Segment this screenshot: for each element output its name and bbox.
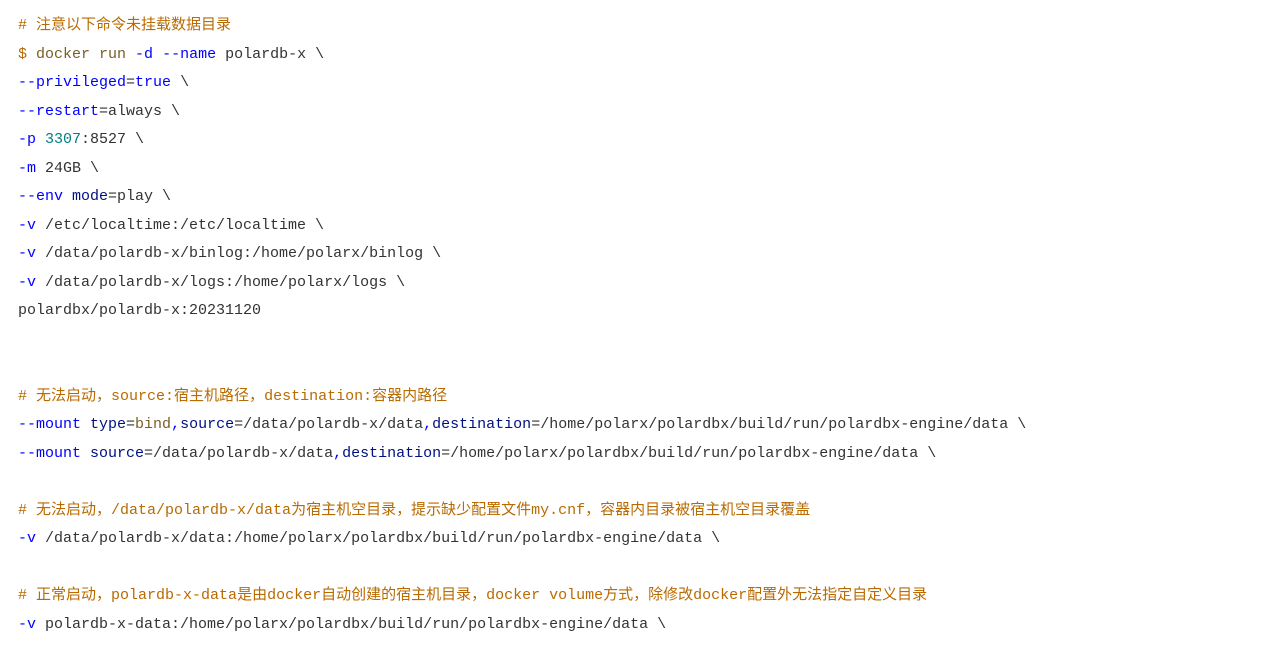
comment-destination: destination: <box>264 388 372 405</box>
path-volume: polardb-x-data:/home/polarx/polardbx/bui… <box>36 616 666 633</box>
flag-m: -m <box>18 160 36 177</box>
port-3307: 3307 <box>36 131 81 148</box>
hash: # <box>18 587 27 604</box>
flag-v: -v <box>18 616 36 633</box>
comma: , <box>171 416 180 433</box>
comment-dockervol: docker volume <box>486 587 603 604</box>
path-localtime: /etc/localtime:/etc/localtime \ <box>36 217 324 234</box>
comment-text: 自动创建的宿主机目录， <box>321 587 486 604</box>
cmd-line: --mount source=/data/polardb-x/data,dest… <box>18 445 936 462</box>
path-destination: /home/polarx/polardbx/build/run/polardbx… <box>540 416 1026 433</box>
key-type: type <box>81 416 126 433</box>
flag-privileged: --privileged <box>18 74 126 91</box>
key-source: source <box>180 416 234 433</box>
port-rest: :8527 \ <box>81 131 144 148</box>
comment-text: 无法启动， <box>27 502 111 519</box>
path-destination: /home/polarx/polardbx/build/run/polardbx… <box>450 445 936 462</box>
comment-mycnf: my.cnf <box>531 502 585 519</box>
comment-line: # 无法启动，source:宿主机路径，destination:容器内路径 <box>18 388 447 405</box>
equals: = <box>441 445 450 462</box>
hash: # <box>18 502 27 519</box>
code-block: # 注意以下命令未挂载数据目录 $ docker run -d --name p… <box>0 0 1279 651</box>
cmd-line: -v /data/polardb-x/data:/home/polarx/pol… <box>18 530 720 547</box>
cmd-line: -v /etc/localtime:/etc/localtime \ <box>18 217 324 234</box>
comment-text: 是由 <box>237 587 267 604</box>
flag-env: --env <box>18 188 63 205</box>
val-bind: bind <box>135 416 171 433</box>
flag-v: -v <box>18 530 36 547</box>
cmd-line: -v /data/polardb-x/binlog:/home/polarx/b… <box>18 245 441 262</box>
comment-text: 容器内路径 <box>372 388 447 405</box>
flag-v: -v <box>18 274 36 291</box>
cmd-line: -m 24GB \ <box>18 160 99 177</box>
comma: , <box>423 416 432 433</box>
key-destination: destination <box>432 416 531 433</box>
comment-volname: polardb-x-data <box>111 587 237 604</box>
comment-text: 宿主机路径， <box>174 388 264 405</box>
comment-line: # 注意以下命令未挂载数据目录 <box>18 17 231 34</box>
cmd-line: --restart=always \ <box>18 103 180 120</box>
flag-d: -d <box>126 46 153 63</box>
flag-mount: --mount <box>18 445 81 462</box>
image-line: polardbx/polardb-x:20231120 <box>18 302 261 319</box>
equals: = <box>144 445 153 462</box>
cmd-line: -v /data/polardb-x/logs:/home/polarx/log… <box>18 274 405 291</box>
path-data: /data/polardb-x/data:/home/polarx/polard… <box>36 530 720 547</box>
hash: # <box>18 388 27 405</box>
comment-text: 方式，除修改 <box>603 587 693 604</box>
cmd-line: --mount type=bind,source=/data/polardb-x… <box>18 416 1026 433</box>
comment-line: # 正常启动，polardb-x-data是由docker自动创建的宿主机目录，… <box>18 587 927 604</box>
run-subcmd: run <box>90 46 126 63</box>
path-binlog: /data/polardb-x/binlog:/home/polarx/binl… <box>36 245 441 262</box>
path-source: /data/polardb-x/data <box>153 445 333 462</box>
cmd-line: $ docker run -d --name polardb-x \ <box>18 46 324 63</box>
flag-name: --name <box>153 46 216 63</box>
flag-p: -p <box>18 131 36 148</box>
equals: = <box>126 74 135 91</box>
cmd-line: -p 3307:8527 \ <box>18 131 144 148</box>
equals: = <box>531 416 540 433</box>
equals: = <box>126 416 135 433</box>
val-24gb: 24GB \ <box>36 160 99 177</box>
comment-path: /data/polardb-x/data <box>111 502 291 519</box>
comment-text: 无法启动， <box>27 388 111 405</box>
env-mode: mode <box>63 188 108 205</box>
comment-text: 注意以下命令未挂载数据目录 <box>27 17 231 34</box>
arg-text: polardb-x \ <box>216 46 324 63</box>
val-play: play \ <box>117 188 171 205</box>
hash: # <box>18 17 27 34</box>
comment-docker: docker <box>267 587 321 604</box>
comment-line: # 无法启动，/data/polardb-x/data为宿主机空目录，提示缺少配… <box>18 502 810 519</box>
comment-text: ，容器内目录被宿主机空目录覆盖 <box>585 502 810 519</box>
prompt-dollar: $ <box>18 46 27 63</box>
val-always: always \ <box>108 103 180 120</box>
path-logs: /data/polardb-x/logs:/home/polarx/logs \ <box>36 274 405 291</box>
comment-source: source: <box>111 388 174 405</box>
equals: = <box>108 188 117 205</box>
comment-text: 为宿主机空目录，提示缺少配置文件 <box>291 502 531 519</box>
cmd-line: -v polardb-x-data:/home/polarx/polardbx/… <box>18 616 666 633</box>
equals: = <box>99 103 108 120</box>
flag-mount: --mount <box>18 416 81 433</box>
path-source: /data/polardb-x/data <box>243 416 423 433</box>
cmd-line: --env mode=play \ <box>18 188 171 205</box>
flag-v: -v <box>18 245 36 262</box>
comment-docker: docker <box>693 587 747 604</box>
docker-cmd: docker <box>27 46 90 63</box>
val-true: true <box>135 74 171 91</box>
flag-restart: --restart <box>18 103 99 120</box>
key-destination: destination <box>342 445 441 462</box>
cmd-line: --privileged=true \ <box>18 74 189 91</box>
key-source: source <box>81 445 144 462</box>
equals: = <box>234 416 243 433</box>
comma: , <box>333 445 342 462</box>
comment-text: 正常启动， <box>27 587 111 604</box>
backslash: \ <box>171 74 189 91</box>
comment-text: 配置外无法指定自定义目录 <box>747 587 927 604</box>
flag-v: -v <box>18 217 36 234</box>
